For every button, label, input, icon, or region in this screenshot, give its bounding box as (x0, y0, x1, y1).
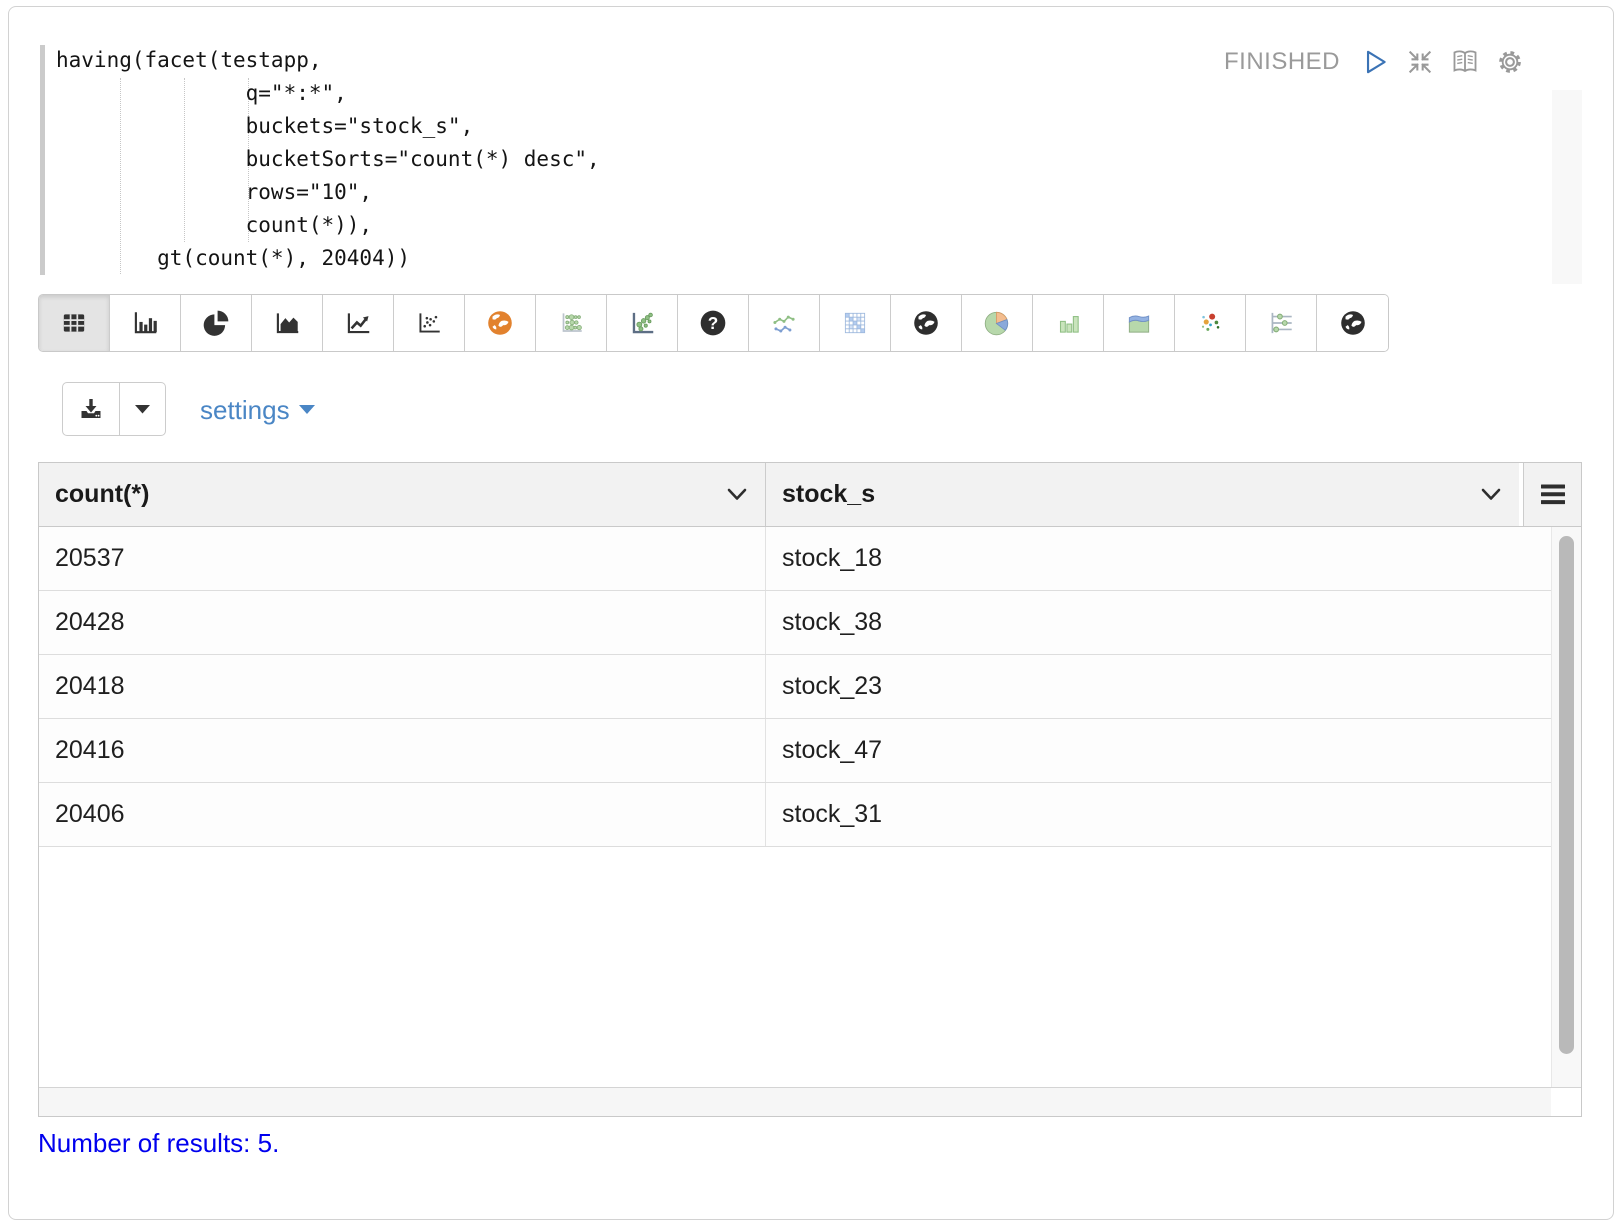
table-icon (59, 308, 89, 338)
cell-stock: stock_23 (766, 655, 1551, 718)
editor-gutter-bar (40, 45, 45, 275)
viz-button-bubble-chart[interactable] (607, 295, 678, 351)
table-menu-button[interactable] (1523, 463, 1581, 526)
table-row[interactable]: 20537 stock_18 (39, 527, 1551, 591)
punchcard-chart-icon (556, 308, 586, 338)
column-header-count[interactable]: count(*) (39, 463, 766, 526)
hamburger-menu-icon (1539, 483, 1567, 506)
cell-count: 20428 (39, 591, 766, 654)
cell-count: 20418 (39, 655, 766, 718)
download-button-group (62, 382, 166, 436)
cell-count: 20416 (39, 719, 766, 782)
sliders-icon (1266, 308, 1296, 338)
viz-button-heatmap[interactable] (820, 295, 891, 351)
viz-button-sliders[interactable] (1246, 295, 1317, 351)
table-row[interactable]: 20406 stock_31 (39, 783, 1551, 847)
viz-button-bar-chart[interactable] (110, 295, 181, 351)
viz-button-area-chart[interactable] (252, 295, 323, 351)
heatmap-chart-icon (840, 308, 870, 338)
paragraph-status: FINISHED (1224, 48, 1340, 76)
editor-scrollbar-track[interactable] (1552, 90, 1582, 284)
line-chart-icon (343, 308, 373, 338)
table-row[interactable]: 20416 stock_47 (39, 719, 1551, 783)
viz-button-pie-colored[interactable] (962, 295, 1033, 351)
viz-button-area-colored[interactable] (1104, 295, 1175, 351)
scatter-colored-icon (1195, 308, 1225, 338)
area-chart-icon (272, 308, 302, 338)
viz-button-map[interactable] (465, 295, 536, 351)
column-header-label: count(*) (55, 480, 149, 509)
download-icon (77, 395, 105, 423)
pie-chart-colored-icon (982, 308, 1012, 338)
area-chart-colored-icon (1124, 308, 1154, 338)
viz-button-scatter-colored[interactable] (1175, 295, 1246, 351)
result-table: count(*) stock_s 20537 stock_1 (38, 462, 1582, 1117)
run-paragraph-button[interactable] (1359, 46, 1391, 78)
table-row[interactable]: 20418 stock_23 (39, 655, 1551, 719)
scrollbar-corner (1551, 1088, 1581, 1116)
cell-stock: stock_47 (766, 719, 1551, 782)
cell-stock: stock_31 (766, 783, 1551, 846)
vertical-scrollbar-track[interactable] (1551, 527, 1581, 1087)
viz-button-globe[interactable] (891, 295, 962, 351)
bubble-chart-icon (627, 308, 657, 338)
viz-button-bar-colored[interactable] (1033, 295, 1104, 351)
results-count-text: Number of results: 5. (38, 1128, 279, 1159)
cell-count: 20537 (39, 527, 766, 590)
svg-text:?: ? (708, 313, 718, 333)
code-editor[interactable]: having(facet(testapp, q="*:*", buckets="… (56, 44, 600, 275)
collapse-paragraph-button[interactable] (1404, 46, 1436, 78)
caret-down-icon (299, 405, 315, 415)
viz-button-scatter-chart[interactable] (394, 295, 465, 351)
settings-label: settings (200, 395, 290, 426)
pie-chart-icon (201, 308, 231, 338)
toggle-editor-button[interactable] (1449, 46, 1481, 78)
gear-icon (1494, 46, 1526, 78)
caret-down-icon (135, 405, 150, 414)
download-options-button[interactable] (120, 382, 166, 436)
viz-button-line-chart[interactable] (323, 295, 394, 351)
viz-button-punchcard[interactable] (536, 295, 607, 351)
cell-stock: stock_18 (766, 527, 1551, 590)
viz-button-multi-line-chart[interactable] (749, 295, 820, 351)
viz-button-pie-chart[interactable] (181, 295, 252, 351)
paragraph-controls: FINISHED (1224, 46, 1526, 78)
chevron-down-icon[interactable] (725, 487, 749, 502)
help-icon: ? (698, 308, 728, 338)
horizontal-scrollbar-track[interactable] (39, 1087, 1581, 1116)
cell-count: 20406 (39, 783, 766, 846)
vertical-scrollbar-thumb[interactable] (1559, 536, 1574, 1054)
viz-button-table[interactable] (39, 295, 110, 351)
viz-button-help[interactable]: ? (678, 295, 749, 351)
bar-chart-colored-icon (1053, 308, 1083, 338)
cell-stock: stock_38 (766, 591, 1551, 654)
viz-button-globe-2[interactable] (1317, 295, 1388, 351)
globe-orange-icon (485, 308, 515, 338)
visualization-toolbar: ? (38, 294, 1389, 352)
globe-dark-icon (1338, 308, 1368, 338)
compress-icon (1405, 47, 1435, 77)
multi-line-chart-icon (769, 308, 799, 338)
table-body: 20537 stock_18 20428 stock_38 20418 stoc… (39, 527, 1581, 1087)
scatter-chart-icon (414, 308, 444, 338)
play-icon (1360, 47, 1390, 77)
paragraph-settings-button[interactable] (1494, 46, 1526, 78)
bar-chart-icon (130, 308, 160, 338)
table-row[interactable]: 20428 stock_38 (39, 591, 1551, 655)
toggle-editor-book-icon (1449, 46, 1481, 78)
download-button[interactable] (62, 382, 120, 436)
chevron-down-icon[interactable] (1479, 487, 1503, 502)
settings-link[interactable]: settings (200, 394, 315, 426)
table-header-row: count(*) stock_s (39, 463, 1581, 527)
globe-dark-icon (911, 308, 941, 338)
column-header-stock[interactable]: stock_s (766, 463, 1519, 526)
column-header-label: stock_s (782, 480, 875, 509)
